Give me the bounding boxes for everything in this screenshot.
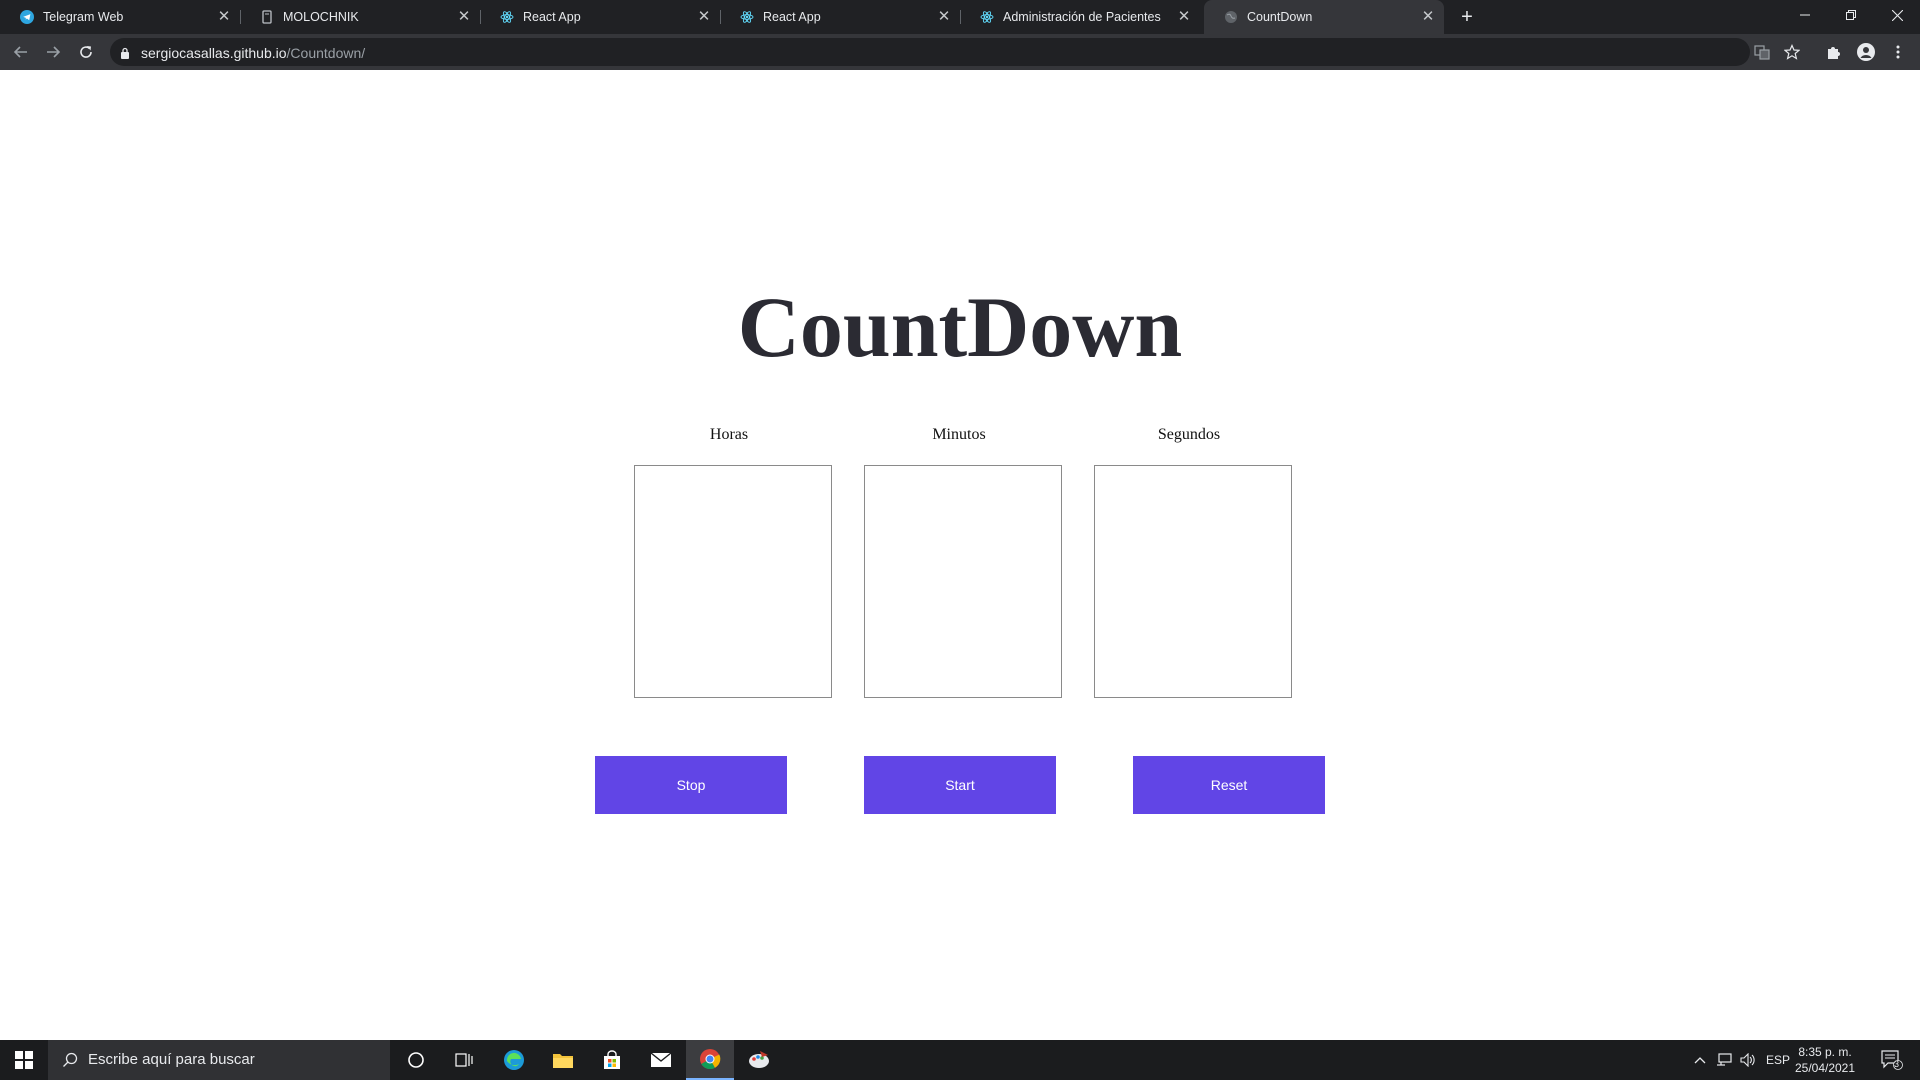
close-window-button[interactable] [1874, 0, 1920, 30]
close-tab-icon[interactable]: ✕ [456, 9, 472, 25]
task-view-icon [455, 1053, 473, 1067]
taskbar-paint-app[interactable] [735, 1040, 783, 1080]
react-icon [500, 10, 514, 24]
tab-title: MOLOCHNIK [283, 10, 359, 24]
telegram-icon [20, 10, 34, 24]
url-text: sergiocasallas.github.io/Countdown/ [141, 45, 365, 61]
tab-molochnik[interactable]: MOLOCHNIK ✕ [240, 0, 480, 34]
paint-palette-icon [749, 1051, 769, 1068]
lock-icon[interactable] [120, 46, 130, 64]
restore-button[interactable] [1828, 0, 1874, 30]
start-button[interactable]: Start [864, 756, 1056, 814]
folder-icon [553, 1054, 573, 1068]
minimize-button[interactable] [1782, 0, 1828, 30]
search-placeholder: Escribe aquí para buscar [88, 1051, 255, 1068]
reset-button[interactable]: Reset [1133, 756, 1325, 814]
globe-icon [1224, 10, 1238, 24]
notification-icon [1881, 1050, 1903, 1070]
new-tab-button[interactable]: + [1456, 6, 1478, 28]
store-bag-icon [604, 1050, 620, 1069]
tab-administracion-pacientes[interactable]: Administración de Pacientes ✕ [960, 0, 1200, 34]
taskbar-chrome[interactable] [686, 1040, 734, 1080]
volume-icon[interactable] [1738, 1040, 1758, 1080]
action-center-button[interactable]: 3 [1874, 1040, 1910, 1080]
clock-time: 8:35 p. m. [1798, 1045, 1852, 1059]
tab-title: React App [763, 10, 821, 24]
edge-icon [504, 1050, 524, 1070]
input-language[interactable]: ESP [1764, 1040, 1792, 1080]
mail-icon [650, 1052, 672, 1067]
taskbar-file-explorer[interactable] [539, 1040, 587, 1080]
forward-button[interactable] [41, 40, 65, 64]
address-bar[interactable]: sergiocasallas.github.io/Countdown/ [110, 38, 1800, 66]
windows-start-button[interactable] [0, 1040, 48, 1080]
back-arrow-icon [13, 46, 27, 58]
tab-title: CountDown [1247, 10, 1313, 24]
taskbar-clock[interactable]: 8:35 p. m. 25/04/2021 [1790, 1044, 1860, 1076]
stop-button[interactable]: Stop [595, 756, 787, 814]
forward-arrow-icon [47, 46, 61, 58]
tab-title: Telegram Web [43, 10, 124, 24]
taskbar-search-box[interactable]: Escribe aquí para buscar [48, 1040, 390, 1080]
seconds-label: Segundos [1157, 426, 1221, 443]
page-content: CountDown Horas Minutos Segundos Stop St… [0, 70, 1920, 1040]
windows-logo-icon [15, 1051, 33, 1069]
profile-avatar-icon[interactable] [1857, 43, 1875, 61]
page-icon [260, 10, 274, 24]
close-tab-icon[interactable]: ✕ [696, 9, 712, 25]
react-icon [980, 10, 994, 24]
chrome-icon [700, 1049, 721, 1070]
tab-title: React App [523, 10, 581, 24]
translate-icon[interactable] [1753, 43, 1771, 61]
extensions-puzzle-icon[interactable] [1824, 43, 1842, 61]
tab-react-app-2[interactable]: React App ✕ [720, 0, 960, 34]
taskbar-mail[interactable] [637, 1040, 685, 1080]
task-view-button[interactable] [440, 1040, 488, 1080]
search-icon [62, 1052, 78, 1073]
close-tab-icon[interactable]: ✕ [936, 9, 952, 25]
tab-countdown[interactable]: CountDown ✕ [1204, 0, 1444, 34]
windows-taskbar: Escribe aquí para buscar ESP 8:35 p. m. … [0, 1040, 1920, 1080]
tab-title: Administración de Pacientes [1003, 10, 1161, 24]
react-icon [740, 10, 754, 24]
bookmark-star-icon[interactable] [1783, 43, 1801, 61]
clock-date: 25/04/2021 [1794, 1061, 1856, 1075]
tab-strip: Telegram Web ✕ MOLOCHNIK ✕ React App ✕ R… [0, 0, 1920, 34]
network-icon[interactable] [1714, 1040, 1734, 1080]
taskbar-edge[interactable] [490, 1040, 538, 1080]
show-hidden-icons-chevron-icon[interactable] [1690, 1040, 1710, 1080]
tab-react-app-1[interactable]: React App ✕ [480, 0, 720, 34]
close-tab-icon[interactable]: ✕ [216, 9, 232, 25]
minutes-label: Minutos [932, 426, 986, 443]
tab-telegram[interactable]: Telegram Web ✕ [0, 0, 240, 34]
page-title: CountDown [737, 279, 1183, 375]
seconds-display [1094, 465, 1292, 698]
taskbar-store[interactable] [588, 1040, 636, 1080]
close-tab-icon[interactable]: ✕ [1420, 9, 1436, 25]
url-path: /Countdown/ [286, 45, 366, 61]
back-button[interactable] [9, 40, 33, 64]
reload-button[interactable] [74, 40, 98, 64]
close-tab-icon[interactable]: ✕ [1176, 9, 1192, 25]
hours-display [634, 465, 832, 698]
hours-label: Horas [709, 426, 749, 443]
reload-icon [80, 46, 92, 58]
menu-kebab-icon[interactable] [1889, 43, 1907, 61]
browser-toolbar: sergiocasallas.github.io/Countdown/ [0, 34, 1920, 70]
notification-count: 3 [1894, 1059, 1900, 1069]
url-host: sergiocasallas.github.io [141, 45, 287, 61]
minutes-display [864, 465, 1062, 698]
cortana-button[interactable] [392, 1040, 440, 1080]
cortana-circle-icon [408, 1052, 424, 1068]
